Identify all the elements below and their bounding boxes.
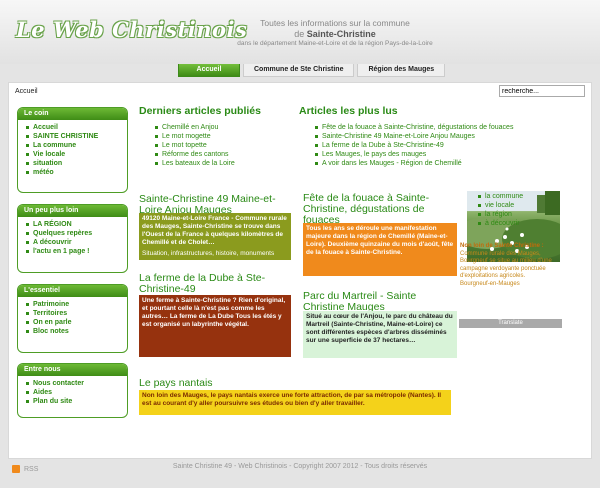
tagline-line3: dans le département Maine-et-Loire et de… bbox=[237, 39, 433, 47]
box-title: Le coin bbox=[18, 108, 127, 120]
card-title[interactable]: Le pays nantais bbox=[139, 378, 289, 389]
commune-name: Sainte-Christine bbox=[306, 28, 376, 39]
link-territoires[interactable]: Territoires bbox=[26, 309, 123, 318]
side-links: la commune vie locale la région à découv… bbox=[478, 192, 523, 228]
link-actu[interactable]: l'actu en 1 page ! bbox=[26, 247, 123, 256]
link-a-decouvrir[interactable]: A découvrir bbox=[26, 238, 123, 247]
article-link[interactable]: Chemillé en Anjou bbox=[155, 123, 235, 132]
side-link[interactable]: vie locale bbox=[478, 201, 523, 210]
article-link[interactable]: Réforme des cantons bbox=[155, 150, 235, 159]
article-link[interactable]: Les Mauges, le pays des mauges bbox=[315, 150, 513, 159]
card-title[interactable]: Parc du Martreil - Sainte Christine Maug… bbox=[303, 291, 453, 313]
article-link[interactable]: Fête de la fouace à Sainte-Christine, dé… bbox=[315, 123, 513, 132]
nearby-text: Commune rurale des Mauges, Bourgneuf se … bbox=[460, 250, 552, 280]
card-title[interactable]: La ferme de la Dube à Ste-Christine-49 bbox=[139, 273, 289, 295]
link-plan[interactable]: Plan du site bbox=[26, 397, 123, 406]
box-un-peu-plus-loin: Un peu plus loin LA RÉGION Quelques repè… bbox=[17, 204, 128, 273]
tab-commune[interactable]: Commune de Ste Christine bbox=[243, 64, 355, 77]
tagline-line2: de Sainte-Christine bbox=[230, 29, 440, 40]
article-link[interactable]: Le mot topette bbox=[155, 141, 235, 150]
card-title[interactable]: Fête de la fouace à Sainte-Christine, dé… bbox=[303, 193, 453, 226]
article-link[interactable]: Sainte-Christine 49 Maine-et-Loire Anjou… bbox=[315, 132, 513, 141]
site-logo[interactable]: Le Web Christinois bbox=[16, 17, 247, 42]
mostread-list: Fête de la fouace à Sainte-Christine, dé… bbox=[315, 123, 513, 168]
link-aides[interactable]: Aides bbox=[26, 388, 123, 397]
box-title: Entre nous bbox=[18, 364, 127, 376]
box-le-coin: Le coin Accueil SAINTE CHRISTINE La comm… bbox=[17, 107, 128, 193]
link-la-commune[interactable]: La commune bbox=[26, 141, 123, 150]
latest-list: Chemillé en Anjou Le mot mogette Le mot … bbox=[155, 123, 235, 168]
link-la-region[interactable]: LA RÉGION bbox=[26, 220, 123, 229]
side-link[interactable]: à découvrir bbox=[478, 219, 523, 228]
box-title: Un peu plus loin bbox=[18, 205, 127, 217]
card-body: Tous les ans se déroule une manifestatio… bbox=[303, 223, 457, 276]
tab-accueil[interactable]: Accueil bbox=[178, 64, 240, 77]
link-bloc-notes[interactable]: Bloc notes bbox=[26, 327, 123, 336]
breadcrumb[interactable]: Accueil bbox=[15, 88, 38, 95]
article-link[interactable]: La ferme de la Dube à Ste-Christine-49 bbox=[315, 141, 513, 150]
box-title: L'essentiel bbox=[18, 285, 127, 297]
link-accueil[interactable]: Accueil bbox=[26, 123, 123, 132]
side-link[interactable]: la commune bbox=[478, 192, 523, 201]
article-link[interactable]: Le mot mogette bbox=[155, 132, 235, 141]
tagline-prefix: de bbox=[294, 28, 305, 39]
side-link[interactable]: la région bbox=[478, 210, 523, 219]
site-tagline: Toutes les informations sur la commune d… bbox=[230, 18, 440, 48]
card-body: Non loin des Mauges, le pays nantais exe… bbox=[139, 390, 451, 415]
main-nav: Accueil Commune de Ste Christine Région … bbox=[178, 64, 446, 77]
latest-title: Derniers articles publiés bbox=[139, 105, 261, 117]
link-contact[interactable]: Nous contacter bbox=[26, 379, 123, 388]
copyright: Sainte Christine 49 - Web Christinois - … bbox=[172, 463, 428, 470]
box-essentiel: L'essentiel Patrimoine Territoires On en… bbox=[17, 284, 128, 353]
search-input[interactable] bbox=[499, 85, 585, 97]
article-link[interactable]: A voir dans les Mauges - Région de Chemi… bbox=[315, 159, 513, 168]
tab-region[interactable]: Région des Mauges bbox=[357, 64, 446, 77]
nearby-title: Non loin de Sainte Christine : bbox=[460, 243, 544, 249]
nearby-link[interactable]: Bourgneuf-en-Mauges bbox=[460, 281, 555, 289]
article-link[interactable]: Les bateaux de la Loire bbox=[155, 159, 235, 168]
link-patrimoine[interactable]: Patrimoine bbox=[26, 300, 123, 309]
nearby-block: Non loin de Sainte Christine : Commune r… bbox=[460, 243, 555, 288]
footer: RSS Sainte Christine 49 - Web Christinoi… bbox=[0, 459, 600, 488]
link-situation[interactable]: situation bbox=[26, 159, 123, 168]
tagline-line1: Toutes les informations sur la commune bbox=[260, 18, 410, 28]
link-quelques-reperes[interactable]: Quelques repères bbox=[26, 229, 123, 238]
link-meteo[interactable]: météo bbox=[26, 168, 123, 177]
card-footer: Situation, infrastructures, histoire, mo… bbox=[139, 249, 291, 259]
link-vie-locale[interactable]: Vie locale bbox=[26, 150, 123, 159]
translate-button[interactable]: Translate bbox=[459, 319, 562, 328]
box-entre-nous: Entre nous Nous contacter Aides Plan du … bbox=[17, 363, 128, 418]
card-body: Situé au cœur de l'Anjou, le parc du châ… bbox=[303, 311, 457, 358]
link-sainte-christine[interactable]: SAINTE CHRISTINE bbox=[26, 132, 123, 141]
card-body: Une ferme à Sainte-Christine ? Rien d'or… bbox=[139, 295, 291, 357]
mostread-title: Articles les plus lus bbox=[299, 105, 398, 117]
header: Le Web Christinois Toutes les informatio… bbox=[0, 0, 600, 64]
link-on-en-parle[interactable]: On en parle bbox=[26, 318, 123, 327]
